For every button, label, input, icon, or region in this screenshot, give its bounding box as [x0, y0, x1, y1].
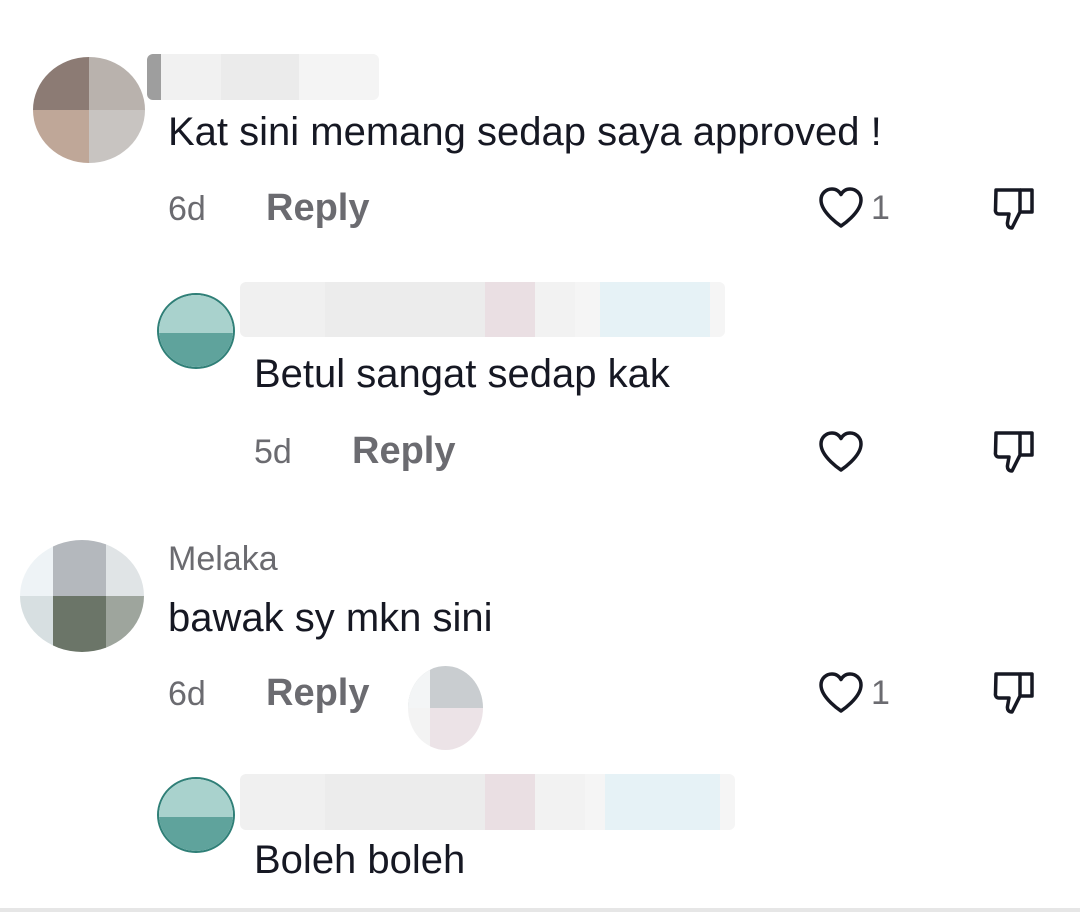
avatar[interactable]	[33, 57, 145, 163]
dislike-button[interactable]	[990, 184, 1038, 239]
reply-text: Betul sangat sedap kak	[254, 352, 670, 396]
avatar[interactable]	[157, 777, 235, 853]
like-count: 1	[871, 189, 890, 227]
username[interactable]: Melaka	[168, 539, 278, 579]
thumbs-down-icon	[993, 431, 1034, 473]
avatar[interactable]	[157, 293, 235, 369]
creator-avatar	[408, 666, 483, 750]
comment-timestamp: 6d	[168, 675, 206, 713]
reply-text: Boleh boleh	[254, 838, 466, 882]
like-count: 1	[871, 674, 890, 712]
username-redacted	[240, 774, 735, 830]
comment-timestamp: 6d	[168, 190, 206, 228]
heart-outline-icon	[819, 187, 863, 228]
reply-button[interactable]: Reply	[352, 429, 455, 473]
avatar[interactable]	[20, 540, 144, 652]
dislike-button[interactable]	[990, 668, 1038, 723]
divider	[0, 908, 1080, 912]
like-button[interactable]	[817, 430, 865, 474]
thumbs-down-icon	[993, 188, 1034, 230]
comment-text: Kat sini memang sedap saya approved !	[168, 110, 882, 154]
reply-button[interactable]: Reply	[266, 186, 369, 230]
comment-text: bawak sy mkn sini	[168, 596, 493, 640]
username-redacted	[240, 282, 725, 337]
heart-outline-icon	[819, 431, 863, 472]
reply-timestamp: 5d	[254, 433, 292, 471]
reply-button[interactable]: Reply	[266, 671, 369, 715]
like-button[interactable]: 1	[817, 671, 890, 715]
like-button[interactable]: 1	[817, 186, 890, 230]
username-redacted	[147, 54, 379, 100]
thumbs-down-icon	[993, 672, 1034, 714]
heart-outline-icon	[819, 672, 863, 713]
dislike-button[interactable]	[990, 427, 1038, 482]
